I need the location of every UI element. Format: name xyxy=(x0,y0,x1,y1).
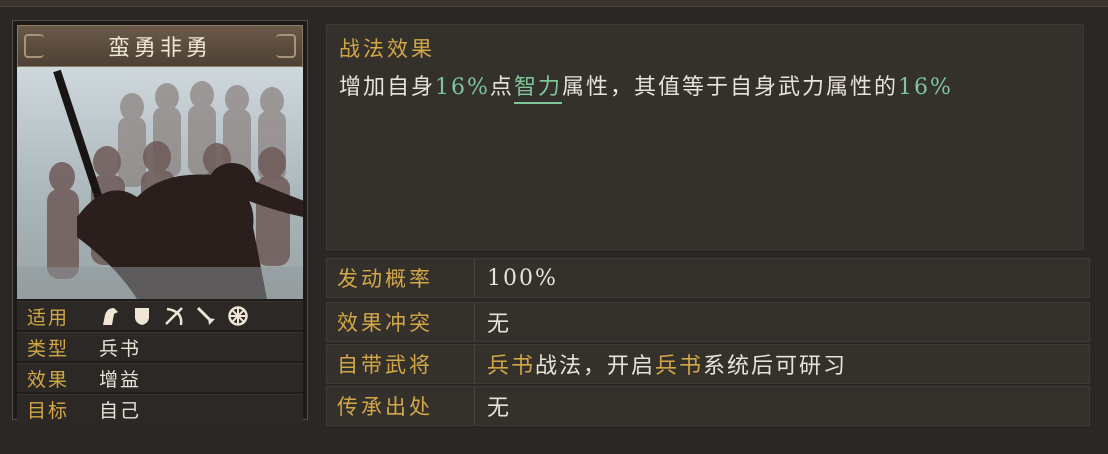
conflict-value: 无 xyxy=(487,312,512,337)
spear-icon xyxy=(195,305,217,327)
trigger-rate-label: 发动概率 xyxy=(327,259,475,297)
desc-text: 点 xyxy=(489,75,514,100)
top-border xyxy=(0,0,1108,7)
desc-text: 属性，其值等于自身武力属性的 xyxy=(561,75,898,100)
effect-description: 增加自身16%点智力属性，其值等于自身武力属性的16% xyxy=(339,69,953,104)
inherit-row: 传承出处 无 xyxy=(326,386,1090,426)
inherit-value: 无 xyxy=(487,396,512,421)
skill-illustration xyxy=(17,67,303,299)
row-value: 增益 xyxy=(99,368,142,391)
shield-icon xyxy=(131,305,153,327)
card-title-banner: 蛮勇非勇 xyxy=(17,25,303,67)
bingshu-text: 兵书 xyxy=(655,354,704,379)
row-value: 兵书 xyxy=(99,337,142,360)
cavalry-icon xyxy=(99,305,121,327)
row-value: 自己 xyxy=(99,399,142,422)
general-row: 自带武将 兵书战法，开启兵书系统后可研习 xyxy=(326,344,1090,384)
effect-heading: 战法效果 xyxy=(339,37,435,61)
card-row-target: 目标 自己 xyxy=(17,394,303,423)
desc-percent: 16% xyxy=(897,75,953,100)
effect-panel: 战法效果 增加自身16%点智力属性，其值等于自身武力属性的16% xyxy=(326,24,1084,250)
card-row-effect: 效果 增益 xyxy=(17,363,303,392)
conflict-row: 效果冲突 无 xyxy=(326,302,1090,342)
row-label: 类型 xyxy=(27,337,70,360)
card-row-applicable: 适用 xyxy=(17,301,303,330)
trigger-rate-row: 发动概率 100% xyxy=(326,258,1090,298)
bingshu-text: 兵书 xyxy=(487,354,536,379)
row-label: 目标 xyxy=(27,399,70,422)
general-text: 系统后可研习 xyxy=(703,354,848,379)
troop-type-icons xyxy=(99,305,249,327)
archer-icon xyxy=(163,305,185,327)
skill-name: 蛮勇非勇 xyxy=(107,36,212,61)
title-ornament-left xyxy=(24,34,44,58)
desc-percent: 16% xyxy=(435,75,490,100)
card-row-type: 类型 兵书 xyxy=(17,332,303,361)
general-value: 兵书战法，开启兵书系统后可研习 xyxy=(475,348,847,380)
row-label: 适用 xyxy=(27,306,70,329)
row-label: 效果 xyxy=(27,368,70,391)
skill-card: 蛮勇非勇 适用 类型 兵书 效果 增益 目标 自己 xyxy=(12,20,308,423)
attribute-link[interactable]: 智力 xyxy=(513,75,562,104)
title-ornament-right xyxy=(276,34,296,58)
conflict-label: 效果冲突 xyxy=(327,303,475,341)
desc-text: 增加自身 xyxy=(339,75,436,100)
inherit-label: 传承出处 xyxy=(327,387,475,425)
siege-icon xyxy=(227,305,249,327)
general-text: 战法，开启 xyxy=(535,354,656,379)
general-label: 自带武将 xyxy=(327,345,475,383)
card-info: 适用 类型 兵书 效果 增益 目标 自己 xyxy=(17,301,303,425)
trigger-rate-value: 100% xyxy=(487,265,558,291)
